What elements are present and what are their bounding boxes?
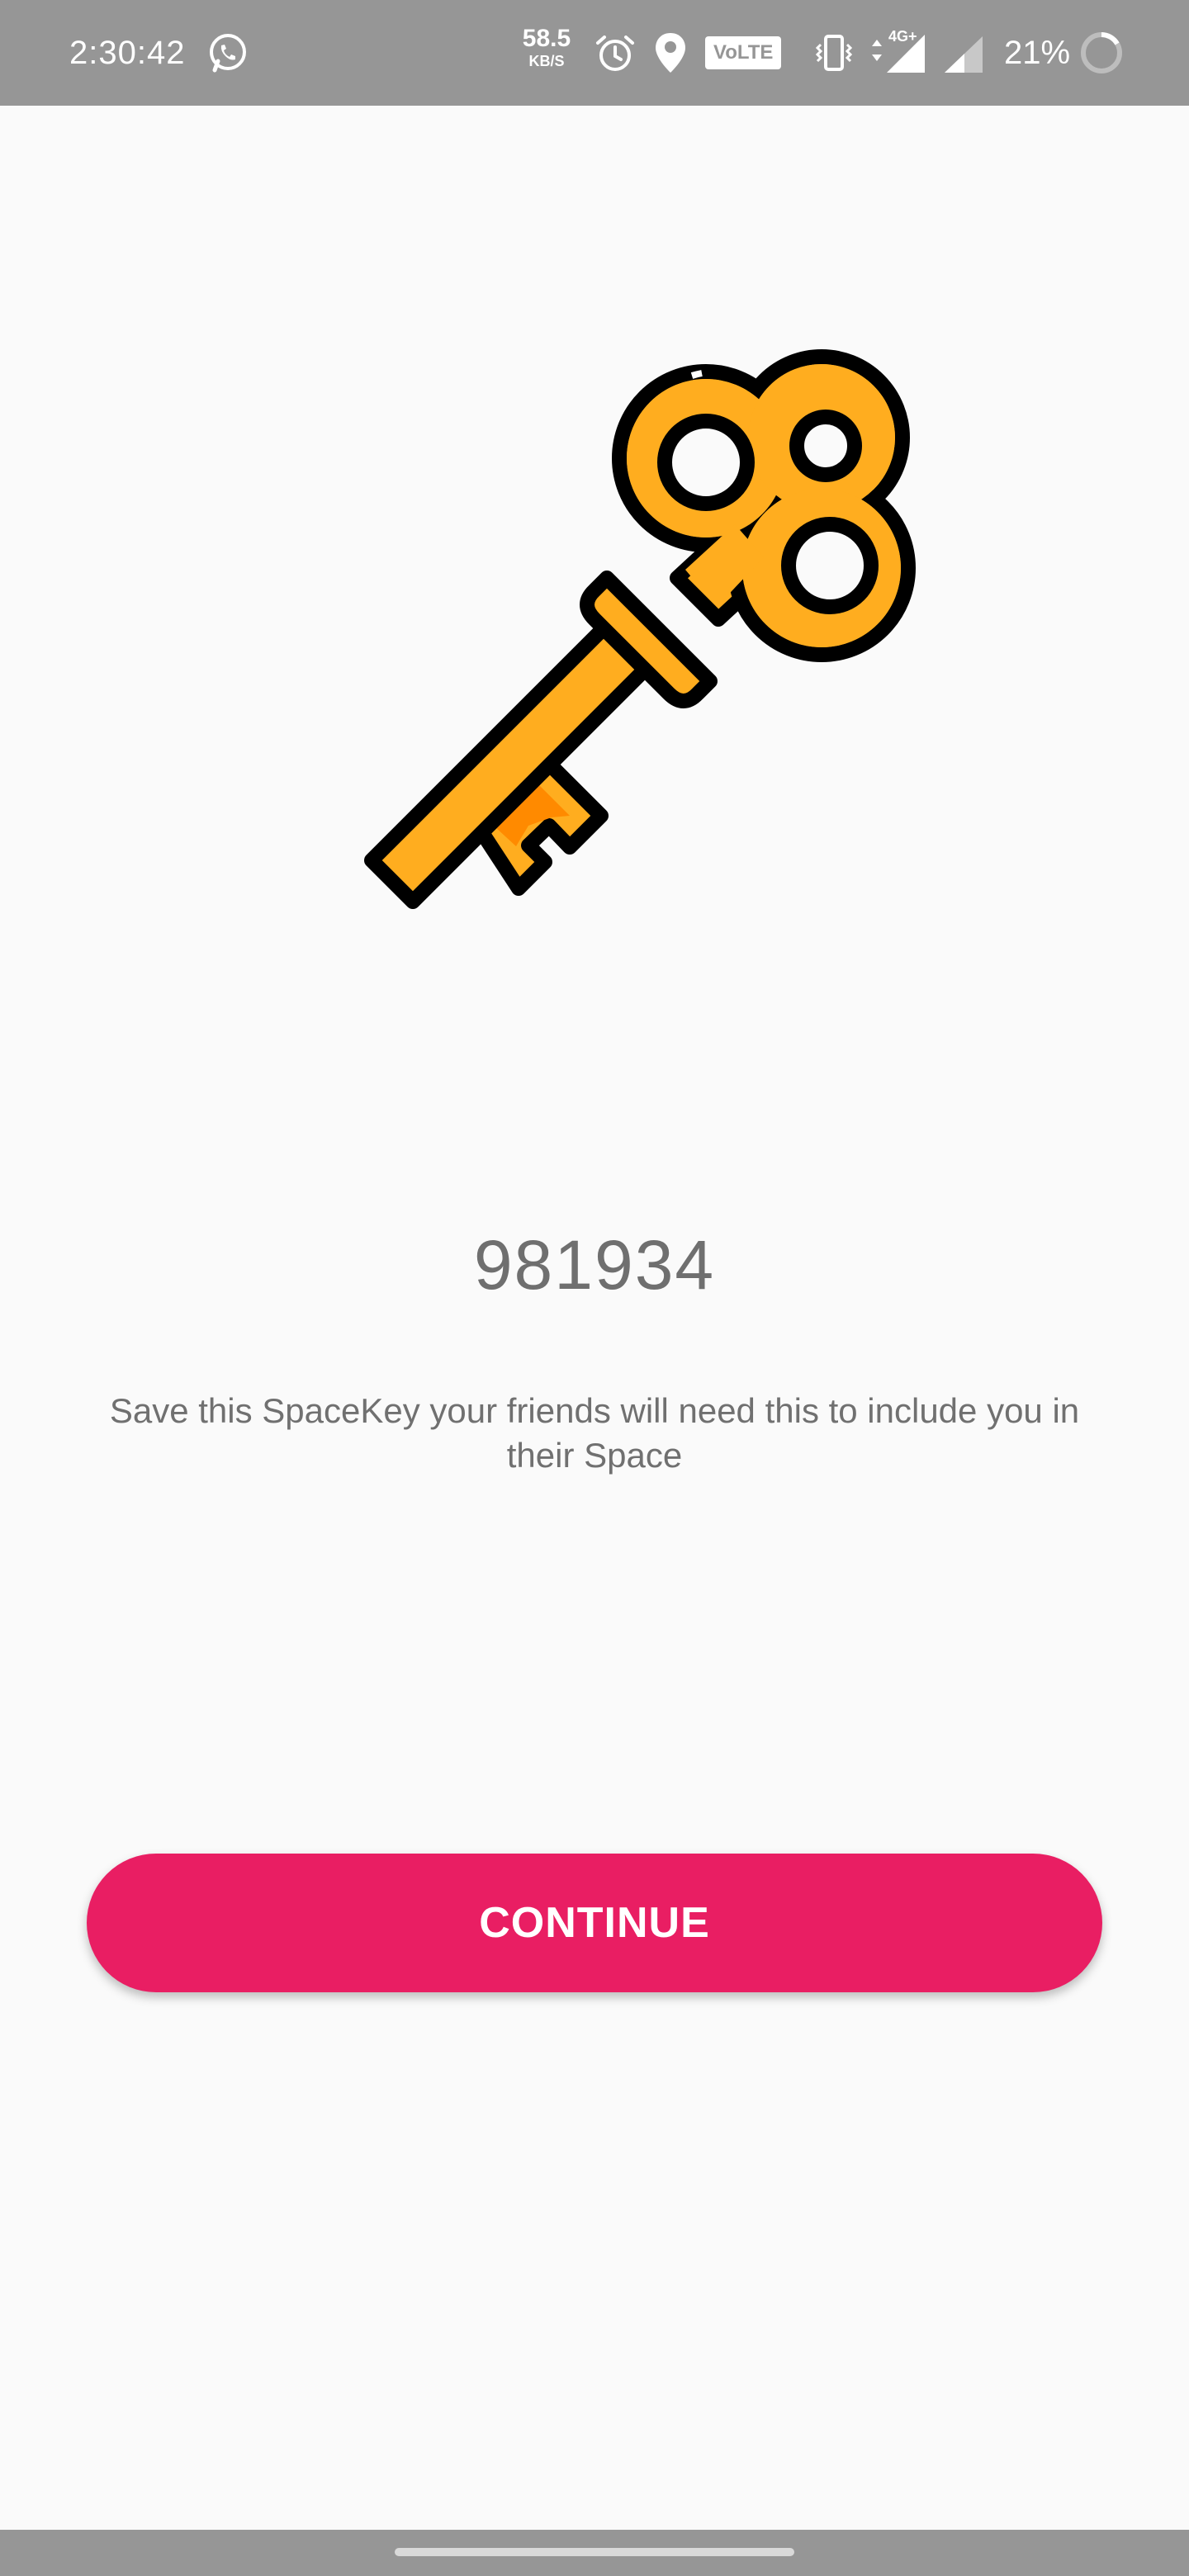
vibrate-icon [815, 35, 853, 71]
network-type-label: 4G+ [888, 28, 917, 45]
net-speed-indicator: 58.5 KB/S [519, 25, 575, 69]
alarm-icon [596, 36, 634, 71]
continue-button[interactable]: CONTINUE [87, 1854, 1102, 1992]
space-key-code: 981934 [473, 1226, 716, 1304]
instructions-text: Save this SpaceKey your friends will nee… [109, 1391, 1080, 1475]
key-icon [364, 349, 916, 909]
volte-badge: VoLTE [705, 36, 782, 69]
status-time: 2:30:42 [69, 35, 186, 71]
net-speed-value: 58.5 [522, 25, 571, 52]
whatsapp-icon [210, 34, 246, 73]
battery-icon [1081, 32, 1122, 73]
signal-strength-icon [945, 36, 983, 73]
battery-percent: 21% [1004, 35, 1071, 71]
location-icon [656, 33, 685, 73]
navigation-bar [0, 2530, 1189, 2576]
status-bar: 2:30:42 58.5 KB/S VoLTE 4G+ 21% [0, 0, 1189, 106]
gesture-handle[interactable] [395, 2548, 794, 2556]
net-speed-unit: KB/S [528, 53, 565, 69]
